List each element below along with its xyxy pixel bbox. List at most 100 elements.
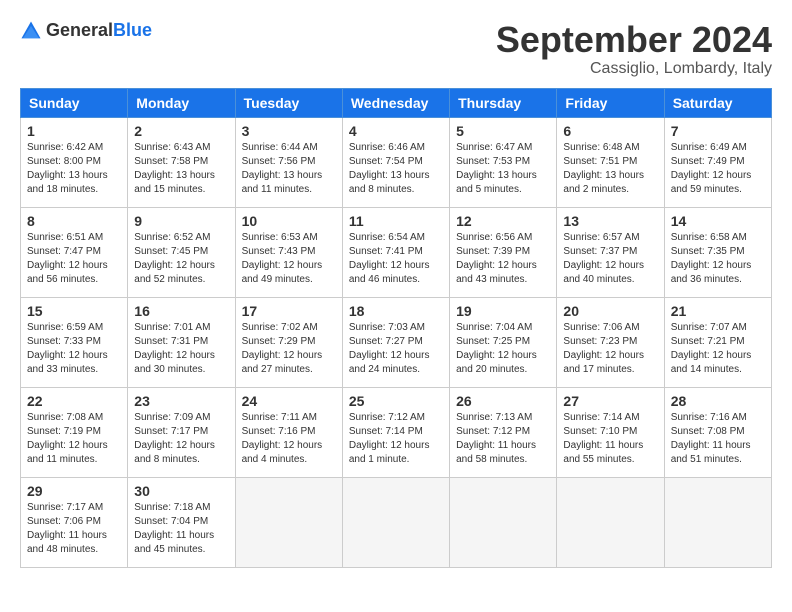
cell-info: Sunrise: 7:18 AMSunset: 7:04 PMDaylight:… xyxy=(134,501,228,557)
table-row: 2 Sunrise: 6:43 AMSunset: 7:58 PMDaylight… xyxy=(128,117,235,207)
day-number: 12 xyxy=(456,213,550,229)
table-row xyxy=(664,477,771,567)
calendar-week-row: 8 Sunrise: 6:51 AMSunset: 7:47 PMDaylight… xyxy=(21,207,772,297)
cell-info: Sunrise: 6:47 AMSunset: 7:53 PMDaylight:… xyxy=(456,141,550,197)
day-number: 7 xyxy=(671,123,765,139)
table-row: 17 Sunrise: 7:02 AMSunset: 7:29 PMDayligh… xyxy=(235,297,342,387)
day-number: 27 xyxy=(563,393,657,409)
table-row: 1 Sunrise: 6:42 AMSunset: 8:00 PMDaylight… xyxy=(21,117,128,207)
cell-info: Sunrise: 6:49 AMSunset: 7:49 PMDaylight:… xyxy=(671,141,765,197)
logo: GeneralBlue xyxy=(20,20,152,42)
table-row: 12 Sunrise: 6:56 AMSunset: 7:39 PMDayligh… xyxy=(450,207,557,297)
day-number: 28 xyxy=(671,393,765,409)
table-row: 7 Sunrise: 6:49 AMSunset: 7:49 PMDaylight… xyxy=(664,117,771,207)
weekday-header-wednesday: Wednesday xyxy=(342,88,449,117)
table-row: 28 Sunrise: 7:16 AMSunset: 7:08 PMDayligh… xyxy=(664,387,771,477)
cell-info: Sunrise: 6:48 AMSunset: 7:51 PMDaylight:… xyxy=(563,141,657,197)
cell-info: Sunrise: 6:57 AMSunset: 7:37 PMDaylight:… xyxy=(563,231,657,287)
table-row: 19 Sunrise: 7:04 AMSunset: 7:25 PMDayligh… xyxy=(450,297,557,387)
logo-text-general: General xyxy=(46,20,113,40)
weekday-header-monday: Monday xyxy=(128,88,235,117)
day-number: 10 xyxy=(242,213,336,229)
calendar: SundayMondayTuesdayWednesdayThursdayFrid… xyxy=(20,88,772,568)
table-row xyxy=(235,477,342,567)
cell-info: Sunrise: 6:59 AMSunset: 7:33 PMDaylight:… xyxy=(27,321,121,377)
day-number: 16 xyxy=(134,303,228,319)
calendar-week-row: 1 Sunrise: 6:42 AMSunset: 8:00 PMDaylight… xyxy=(21,117,772,207)
logo-icon xyxy=(20,20,42,42)
day-number: 21 xyxy=(671,303,765,319)
cell-info: Sunrise: 7:06 AMSunset: 7:23 PMDaylight:… xyxy=(563,321,657,377)
month-title: September 2024 xyxy=(496,20,772,60)
cell-info: Sunrise: 7:14 AMSunset: 7:10 PMDaylight:… xyxy=(563,411,657,467)
weekday-header-friday: Friday xyxy=(557,88,664,117)
table-row: 5Sunrise: 6:47 AMSunset: 7:53 PMDaylight… xyxy=(450,117,557,207)
cell-info: Sunrise: 7:17 AMSunset: 7:06 PMDaylight:… xyxy=(27,501,121,557)
table-row: 24Sunrise: 7:11 AMSunset: 7:16 PMDayligh… xyxy=(235,387,342,477)
day-number: 13 xyxy=(563,213,657,229)
table-row xyxy=(342,477,449,567)
cell-info: Sunrise: 6:52 AMSunset: 7:45 PMDaylight:… xyxy=(134,231,228,287)
table-row: 8 Sunrise: 6:51 AMSunset: 7:47 PMDaylight… xyxy=(21,207,128,297)
cell-info: Sunrise: 6:46 AMSunset: 7:54 PMDaylight:… xyxy=(349,141,443,197)
cell-info: Sunrise: 6:53 AMSunset: 7:43 PMDaylight:… xyxy=(242,231,336,287)
table-row: 22Sunrise: 7:08 AMSunset: 7:19 PMDayligh… xyxy=(21,387,128,477)
table-row: 27 Sunrise: 7:14 AMSunset: 7:10 PMDayligh… xyxy=(557,387,664,477)
day-number: 2 xyxy=(134,123,228,139)
table-row: 18Sunrise: 7:03 AMSunset: 7:27 PMDayligh… xyxy=(342,297,449,387)
cell-info: Sunrise: 6:42 AMSunset: 8:00 PMDaylight:… xyxy=(27,141,121,197)
table-row: 14Sunrise: 6:58 AMSunset: 7:35 PMDayligh… xyxy=(664,207,771,297)
table-row: 20 Sunrise: 7:06 AMSunset: 7:23 PMDayligh… xyxy=(557,297,664,387)
cell-info: Sunrise: 7:11 AMSunset: 7:16 PMDaylight:… xyxy=(242,411,336,467)
day-number: 1 xyxy=(27,123,121,139)
table-row: 13 Sunrise: 6:57 AMSunset: 7:37 PMDayligh… xyxy=(557,207,664,297)
table-row: 30Sunrise: 7:18 AMSunset: 7:04 PMDayligh… xyxy=(128,477,235,567)
cell-info: Sunrise: 7:09 AMSunset: 7:17 PMDaylight:… xyxy=(134,411,228,467)
cell-info: Sunrise: 6:56 AMSunset: 7:39 PMDaylight:… xyxy=(456,231,550,287)
cell-info: Sunrise: 6:54 AMSunset: 7:41 PMDaylight:… xyxy=(349,231,443,287)
table-row: 26 Sunrise: 7:13 AMSunset: 7:12 PMDayligh… xyxy=(450,387,557,477)
day-number: 11 xyxy=(349,213,443,229)
table-row: 16Sunrise: 7:01 AMSunset: 7:31 PMDayligh… xyxy=(128,297,235,387)
cell-info: Sunrise: 6:51 AMSunset: 7:47 PMDaylight:… xyxy=(27,231,121,287)
table-row: 23 Sunrise: 7:09 AMSunset: 7:17 PMDayligh… xyxy=(128,387,235,477)
logo-text-blue: Blue xyxy=(113,20,152,40)
cell-info: Sunrise: 7:16 AMSunset: 7:08 PMDaylight:… xyxy=(671,411,765,467)
day-number: 15 xyxy=(27,303,121,319)
cell-info: Sunrise: 7:04 AMSunset: 7:25 PMDaylight:… xyxy=(456,321,550,377)
weekday-header-sunday: Sunday xyxy=(21,88,128,117)
day-number: 8 xyxy=(27,213,121,229)
table-row: 9 Sunrise: 6:52 AMSunset: 7:45 PMDaylight… xyxy=(128,207,235,297)
title-block: September 2024 Cassiglio, Lombardy, Ital… xyxy=(496,20,772,78)
calendar-week-row: 15 Sunrise: 6:59 AMSunset: 7:33 PMDayligh… xyxy=(21,297,772,387)
day-number: 23 xyxy=(134,393,228,409)
table-row: 29 Sunrise: 7:17 AMSunset: 7:06 PMDayligh… xyxy=(21,477,128,567)
day-number: 4 xyxy=(349,123,443,139)
weekday-header-thursday: Thursday xyxy=(450,88,557,117)
day-number: 6 xyxy=(563,123,657,139)
day-number: 17 xyxy=(242,303,336,319)
day-number: 9 xyxy=(134,213,228,229)
table-row: 15 Sunrise: 6:59 AMSunset: 7:33 PMDayligh… xyxy=(21,297,128,387)
weekday-header-row: SundayMondayTuesdayWednesdayThursdayFrid… xyxy=(21,88,772,117)
table-row: 21 Sunrise: 7:07 AMSunset: 7:21 PMDayligh… xyxy=(664,297,771,387)
cell-info: Sunrise: 7:13 AMSunset: 7:12 PMDaylight:… xyxy=(456,411,550,467)
table-row: 25Sunrise: 7:12 AMSunset: 7:14 PMDayligh… xyxy=(342,387,449,477)
day-number: 20 xyxy=(563,303,657,319)
location: Cassiglio, Lombardy, Italy xyxy=(496,60,772,78)
day-number: 26 xyxy=(456,393,550,409)
cell-info: Sunrise: 7:03 AMSunset: 7:27 PMDaylight:… xyxy=(349,321,443,377)
cell-info: Sunrise: 6:43 AMSunset: 7:58 PMDaylight:… xyxy=(134,141,228,197)
cell-info: Sunrise: 7:07 AMSunset: 7:21 PMDaylight:… xyxy=(671,321,765,377)
table-row: 11 Sunrise: 6:54 AMSunset: 7:41 PMDayligh… xyxy=(342,207,449,297)
cell-info: Sunrise: 6:44 AMSunset: 7:56 PMDaylight:… xyxy=(242,141,336,197)
table-row xyxy=(450,477,557,567)
cell-info: Sunrise: 6:58 AMSunset: 7:35 PMDaylight:… xyxy=(671,231,765,287)
table-row: 10 Sunrise: 6:53 AMSunset: 7:43 PMDayligh… xyxy=(235,207,342,297)
cell-info: Sunrise: 7:02 AMSunset: 7:29 PMDaylight:… xyxy=(242,321,336,377)
day-number: 19 xyxy=(456,303,550,319)
table-row xyxy=(557,477,664,567)
table-row: 4 Sunrise: 6:46 AMSunset: 7:54 PMDaylight… xyxy=(342,117,449,207)
calendar-week-row: 29 Sunrise: 7:17 AMSunset: 7:06 PMDayligh… xyxy=(21,477,772,567)
day-number: 29 xyxy=(27,483,121,499)
